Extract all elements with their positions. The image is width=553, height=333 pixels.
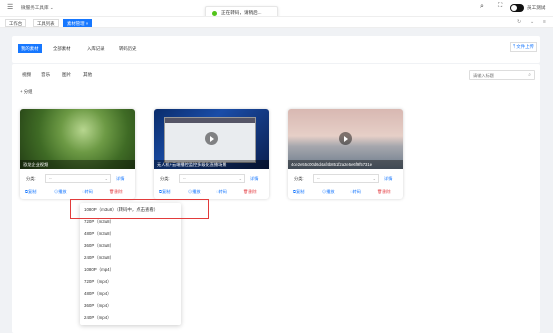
play-label: 播放 [192,189,201,194]
transcode-button[interactable]: ◌转码 [216,189,227,195]
video-thumbnail[interactable]: 恐龙企业视频 [20,109,135,169]
media-card: 恐龙企业视频 分类: -- ⌄ 详情 ⧉复制 ⊙播放 ◌转码 🗑删除 [20,109,135,199]
app-title[interactable]: 微服务工具库 ⌄ [21,5,54,11]
card-caption: 恐龙企业视频 [20,160,135,169]
play-icon[interactable] [339,132,352,145]
delete-button[interactable]: 🗑删除 [109,189,123,195]
play-label: 播放 [326,189,335,194]
search-icon[interactable]: ⌕ [480,3,484,11]
subtab-transcode-history[interactable]: 转码历史 [116,44,140,53]
transcode-label: 转码 [218,189,227,194]
category-select[interactable]: -- ⌄ [179,174,245,183]
search-input[interactable] [470,71,524,79]
add-group-button[interactable]: + 分组 [20,89,33,95]
tab-workbench[interactable]: 工作台 [5,19,27,27]
delete-label: 删除 [248,189,257,194]
category-label: 分类: [294,176,304,181]
subtab-my-material[interactable]: 我的素材 [18,44,42,53]
video-thumbnail[interactable]: 无人机+云端播控监控多级化直播场景 [154,109,269,169]
chevron-down-icon: ⌄ [372,176,376,181]
detail-link[interactable]: 详情 [116,176,124,182]
category-select[interactable]: -- ⌄ [45,174,111,183]
category-select[interactable]: -- ⌄ [313,174,379,183]
fullscreen-icon[interactable]: ⛶ [498,3,502,10]
delete-label: 删除 [114,189,123,194]
delete-label: 删除 [382,189,391,194]
material-tabs-panel: 我的素材 全部素材 入库记录 转码历史 ⤒ 文件上传 [12,36,540,63]
success-dot-icon [212,10,217,16]
copy-label: 复制 [296,189,305,194]
filter-image[interactable]: 图片 [62,72,71,78]
media-card: 4ce2e55c00d6d4af4b851f2a2e5e6f9f5731e 分类… [288,109,403,199]
transcode-label: 转码 [84,189,93,194]
transcode-option[interactable]: 360P（mp4） [84,303,112,309]
transcode-label: 转码 [352,189,361,194]
upload-label: 文件上传 [516,44,534,49]
transcode-option[interactable]: 720P（mp4） [84,279,112,285]
play-icon[interactable] [205,132,218,145]
theme-toggle[interactable] [510,4,524,12]
transcode-option[interactable]: 240P（mp4） [84,315,112,321]
media-card: 无人机+云端播控监控多级化直播场景 分类: -- ⌄ 详情 ⧉复制 ⊙播放 ◌转码… [154,109,269,199]
transcode-dropdown: 1080P（m3u8）（转码中，点击查看） 720P（m3u8） 480P（m3… [80,203,181,325]
delete-button[interactable]: 🗑删除 [377,189,391,195]
category-value: -- [317,176,320,181]
play-button[interactable]: ⊙播放 [322,189,335,195]
subtab-import-records[interactable]: 入库记录 [84,44,108,53]
subtab-all-material[interactable]: 全部素材 [50,44,74,53]
copy-button[interactable]: ⧉复制 [293,189,304,195]
transcode-option[interactable]: 480P（m3u8） [84,231,114,237]
play-button[interactable]: ⊙播放 [54,189,67,195]
transcode-button[interactable]: ◌转码 [82,189,93,195]
card-caption: 4ce2e55c00d6d4af4b851f2a2e5e6f9f5731e [288,160,403,169]
transcode-option[interactable]: 1080P（mp4） [84,267,114,273]
card-caption: 无人机+云端播控监控多级化直播场景 [154,160,269,169]
delete-button[interactable]: 🗑删除 [243,189,257,195]
transcode-option[interactable]: 240P（m3u8） [84,255,114,261]
tab-material[interactable]: 素材管理 × [63,19,93,27]
detail-link[interactable]: 详情 [250,176,258,182]
copy-button[interactable]: ⧉复制 [25,189,36,195]
category-label: 分类: [26,176,36,181]
category-label: 分类: [160,176,170,181]
copy-label: 复制 [162,189,171,194]
copy-label: 复制 [28,189,37,194]
page-tabs-bar: 工作台 工具列表 素材管理 × ↻ ⌄ ≡ [0,16,553,28]
highlight-box [70,199,209,219]
category-value: -- [49,176,52,181]
upload-button[interactable]: ⤒ 文件上传 [510,42,537,52]
chevron-down-icon: ⌄ [104,176,108,181]
transcode-option[interactable]: 720P（m3u8） [84,219,114,225]
chevron-down-icon: ⌄ [238,176,242,181]
search-icon[interactable]: ⌕ [528,72,531,78]
more-icon[interactable]: ≡ [543,19,546,25]
tab-tools[interactable]: 工具列表 [33,19,59,27]
transcode-option[interactable]: 360P（m3u8） [84,243,114,249]
transcode-button[interactable]: ◌转码 [350,189,361,195]
refresh-icon[interactable]: ↻ [517,19,521,25]
chevron-down-icon: ⌄ [49,5,54,10]
user-name[interactable]: 员工测试 [527,5,545,11]
play-button[interactable]: ⊙播放 [188,189,201,195]
category-value: -- [183,176,186,181]
search-box: ⌕ [469,70,535,80]
video-thumbnail[interactable]: 4ce2e55c00d6d4af4b851f2a2e5e6f9f5731e [288,109,403,169]
app-title-text: 微服务工具库 [21,5,49,10]
play-label: 播放 [58,189,67,194]
filter-video[interactable]: 视频 [22,72,31,78]
filter-other[interactable]: 其他 [83,72,92,78]
filter-music[interactable]: 音乐 [41,72,50,78]
chevron-down-icon[interactable]: ⌄ [530,19,534,25]
detail-link[interactable]: 详情 [384,176,392,182]
copy-button[interactable]: ⧉复制 [159,189,170,195]
transcode-option[interactable]: 480P（mp4） [84,291,112,297]
menu-fold-icon[interactable]: ☰ [7,4,13,11]
